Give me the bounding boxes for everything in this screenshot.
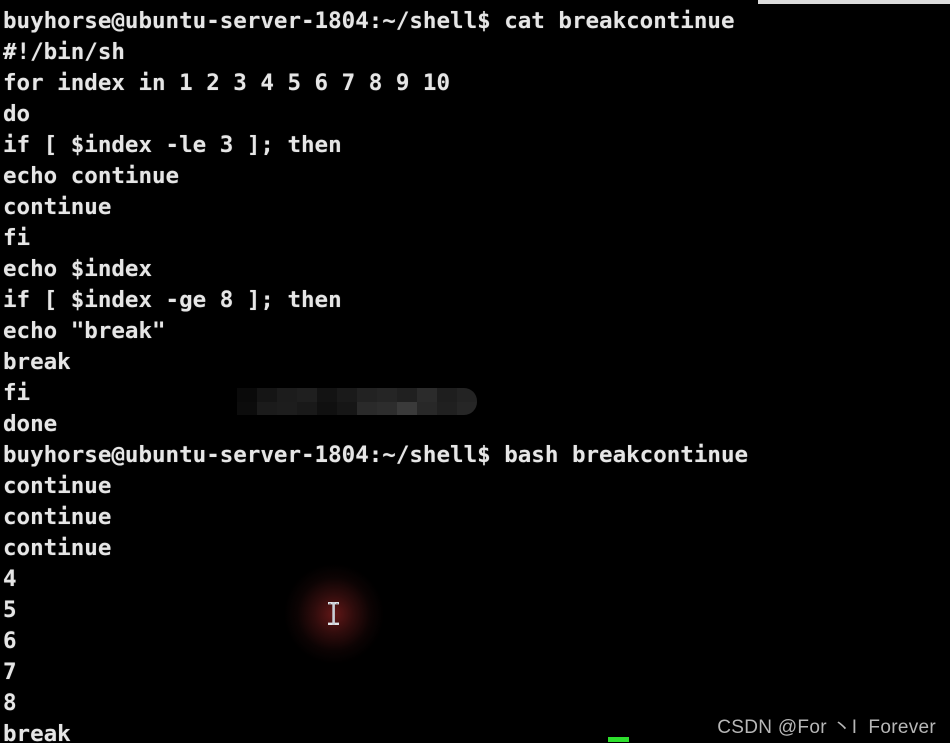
terminal-line: 4 bbox=[3, 566, 17, 592]
terminal-line: continue bbox=[3, 194, 112, 220]
terminal-line: 5 bbox=[3, 597, 17, 623]
csdn-watermark: CSDN @For 丶I Forever bbox=[717, 717, 936, 738]
terminal-line: continue bbox=[3, 535, 112, 561]
terminal-line: if [ $index -le 3 ]; then bbox=[3, 132, 342, 158]
terminal-line: if [ $index -ge 8 ]; then bbox=[3, 287, 342, 313]
terminal-line: continue bbox=[3, 473, 112, 499]
terminal-window[interactable]: buyhorse@ubuntu-server-1804:~/shell$ cat… bbox=[0, 0, 950, 743]
terminal-screen[interactable]: buyhorse@ubuntu-server-1804:~/shell$ cat… bbox=[0, 0, 950, 743]
terminal-line: echo continue bbox=[3, 163, 180, 189]
terminal-line: fi bbox=[3, 225, 31, 251]
terminal-line: done bbox=[3, 411, 58, 437]
pixelated-redaction-block bbox=[237, 388, 477, 415]
terminal-line: echo "break" bbox=[3, 318, 166, 344]
terminal-line: break bbox=[3, 349, 71, 375]
terminal-line: buyhorse@ubuntu-server-1804:~/shell$ bas… bbox=[3, 442, 749, 468]
terminal-line: 7 bbox=[3, 659, 17, 685]
terminal-line: buyhorse@ubuntu-server-1804:~/shell$ cat… bbox=[3, 8, 735, 34]
green-status-indicator bbox=[608, 737, 629, 742]
terminal-line: do bbox=[3, 101, 31, 127]
terminal-line: #!/bin/sh bbox=[3, 39, 125, 65]
terminal-line: for index in 1 2 3 4 5 6 7 8 9 10 bbox=[3, 70, 451, 96]
terminal-line: continue bbox=[3, 504, 112, 530]
terminal-line: 6 bbox=[3, 628, 17, 654]
terminal-line: echo $index bbox=[3, 256, 153, 282]
